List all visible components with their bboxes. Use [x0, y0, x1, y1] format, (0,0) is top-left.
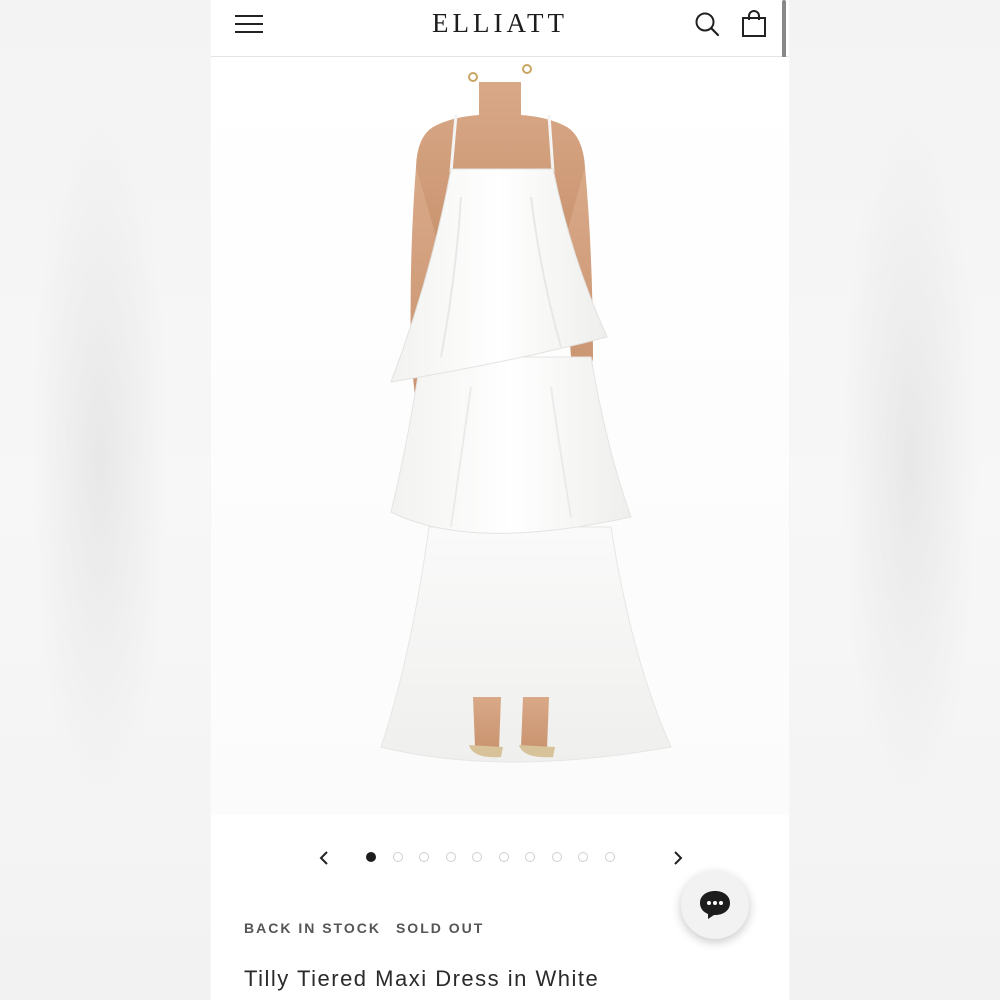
carousel-dot[interactable] — [498, 852, 509, 862]
dress-illustration — [380, 64, 672, 763]
carousel-dot[interactable] — [419, 852, 429, 862]
product-title: Tilly Tiered Maxi Dress in White — [244, 966, 600, 991]
carousel-dot[interactable] — [525, 852, 535, 862]
badge-back-in-stock: BACK IN STOCK — [244, 920, 381, 936]
carousel-dot[interactable] — [392, 852, 403, 862]
badge-sold-out: SOLD OUT — [395, 920, 485, 936]
chevron-right-icon[interactable] — [669, 849, 687, 867]
background-blur-left — [0, 0, 210, 1000]
carousel-dot[interactable] — [604, 852, 615, 862]
background-blur-right — [790, 0, 1000, 1000]
mobile-page: ELLIATT BACK IN STOCK SOLD OUT Tilly Tie… — [211, 0, 789, 1000]
carousel-dots — [366, 852, 615, 862]
shopping-bag-icon[interactable] — [741, 10, 767, 38]
screen: ELLIATT BACK IN STOCK SOLD OUT Tilly Tie… — [0, 0, 1000, 1000]
stock-badges: BACK IN STOCK SOLD OUT — [244, 920, 484, 936]
carousel-dot[interactable] — [578, 852, 588, 862]
search-icon[interactable] — [694, 11, 720, 37]
site-header: ELLIATT — [211, 0, 789, 57]
carousel-dot[interactable] — [445, 852, 456, 862]
chat-button[interactable] — [681, 871, 749, 939]
product-image[interactable] — [211, 57, 789, 815]
carousel-dot[interactable] — [366, 852, 376, 862]
carousel-dot[interactable] — [472, 852, 482, 862]
chat-bubble-icon — [700, 891, 730, 919]
chevron-left-icon[interactable] — [315, 849, 333, 867]
carousel-dot[interactable] — [551, 852, 562, 862]
